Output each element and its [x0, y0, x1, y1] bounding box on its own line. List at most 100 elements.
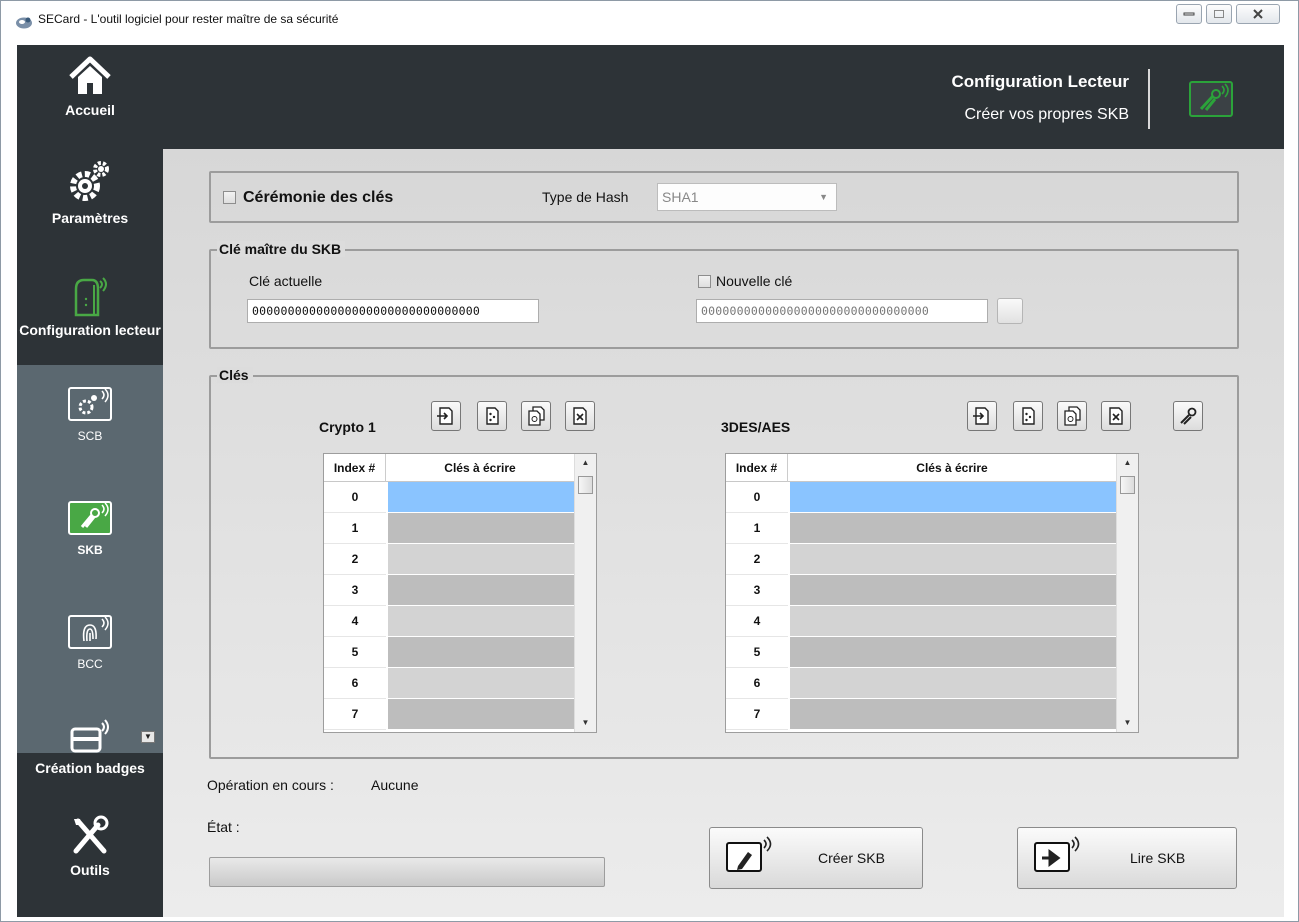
sidebar-item-parametres[interactable]: Paramètres [17, 159, 163, 227]
table-row[interactable]: 5 [324, 637, 574, 668]
hash-type-select[interactable]: SHA1 ▼ [657, 183, 837, 211]
crypto1-copy-button[interactable] [521, 401, 551, 431]
crypto1-import-button[interactable] [431, 401, 461, 431]
table-row[interactable]: 4 [726, 606, 1116, 637]
table-row[interactable]: 7 [726, 699, 1116, 730]
current-key-field[interactable]: 00000000000000000000000000000000 [247, 299, 539, 323]
table-row[interactable]: 3 [324, 575, 574, 606]
table-row[interactable]: 1 [726, 513, 1116, 544]
key-cell[interactable] [388, 513, 574, 544]
crypto1-scrollbar[interactable]: ▲ ▼ [574, 454, 596, 732]
des-scrollbar[interactable]: ▲ ▼ [1116, 454, 1138, 732]
sidebar-item-label: Configuration lecteur [19, 322, 161, 338]
key-cell[interactable] [388, 699, 574, 730]
row-index: 7 [324, 699, 386, 730]
key-cell[interactable] [388, 544, 574, 575]
row-index: 0 [324, 482, 386, 513]
key-cell[interactable] [790, 513, 1116, 544]
table-row[interactable]: 0 [726, 482, 1116, 513]
des-copy-button[interactable] [1057, 401, 1087, 431]
ceremony-checkbox[interactable] [223, 191, 236, 204]
progress-bar [209, 857, 605, 887]
table-row[interactable]: 0 [324, 482, 574, 513]
row-index: 3 [324, 575, 386, 606]
sidebar-item-creation-badges[interactable]: Création badges [17, 717, 163, 777]
scroll-down-icon[interactable]: ▼ [1117, 714, 1138, 732]
read-card-icon [1034, 842, 1070, 872]
page-header: Configuration Lecteur Créer vos propres … [163, 45, 1284, 149]
key-cell[interactable] [790, 606, 1116, 637]
column-header-index: Index # [324, 454, 386, 482]
table-row[interactable]: 2 [324, 544, 574, 575]
table-row[interactable]: 1 [324, 513, 574, 544]
table-row[interactable]: 6 [726, 668, 1116, 699]
sidebar-item-accueil[interactable]: Accueil [17, 53, 163, 119]
des-delete-button[interactable] [1101, 401, 1131, 431]
sidebar-item-configuration-lecteur[interactable]: Configuration lecteur [17, 275, 163, 339]
scroll-down-icon[interactable]: ▼ [575, 714, 596, 732]
des-keys-button[interactable] [1173, 401, 1203, 431]
des-import-button[interactable] [967, 401, 997, 431]
read-skb-label: Lire SKB [1130, 850, 1186, 866]
sidebar-item-outils[interactable]: Outils [17, 815, 163, 879]
row-index: 1 [324, 513, 386, 544]
key-cell[interactable] [790, 637, 1116, 668]
submenu-item-label: BCC [77, 657, 103, 671]
scroll-up-icon[interactable]: ▲ [575, 454, 596, 472]
row-index: 6 [324, 668, 386, 699]
key-cell[interactable] [388, 606, 574, 637]
submenu-item-scb[interactable]: SCB [17, 387, 163, 443]
keys-panel: Clés Crypto 1 Index # Clés à écrire 0123 [209, 367, 1239, 759]
app-window: SECard - L'outil logiciel pour rester ma… [0, 0, 1299, 922]
new-key-field[interactable]: 00000000000000000000000000000000 [696, 299, 988, 323]
row-index: 2 [726, 544, 788, 575]
key-cell[interactable] [388, 575, 574, 606]
table-row[interactable]: 3 [726, 575, 1116, 606]
row-index: 3 [726, 575, 788, 606]
key-cell[interactable] [790, 575, 1116, 606]
sidebar-item-label: Paramètres [51, 210, 129, 226]
des-random-button[interactable] [1013, 401, 1043, 431]
crypto1-random-button[interactable] [477, 401, 507, 431]
submenu-item-bcc[interactable]: BCC [17, 615, 163, 671]
table-row[interactable]: 5 [726, 637, 1116, 668]
ceremony-panel: Cérémonie des clés Type de Hash SHA1 ▼ [209, 171, 1239, 223]
minimize-button[interactable] [1176, 4, 1202, 24]
crypto1-table[interactable]: Index # Clés à écrire 01234567 ▲ ▼ [323, 453, 597, 733]
copy-icon [528, 406, 545, 426]
scroll-thumb[interactable] [578, 476, 593, 494]
submenu-item-skb[interactable]: SKB [17, 501, 163, 557]
table-row[interactable]: 6 [324, 668, 574, 699]
table-row[interactable]: 4 [324, 606, 574, 637]
new-key-generate-button[interactable] [997, 298, 1023, 324]
create-skb-button[interactable]: Créer SKB [709, 827, 923, 889]
gears-icon [70, 161, 109, 201]
close-button[interactable] [1236, 4, 1280, 24]
key-cell[interactable] [790, 668, 1116, 699]
row-index: 4 [726, 606, 788, 637]
des-table[interactable]: Index # Clés à écrire 01234567 ▲ ▼ [725, 453, 1139, 733]
app-logo-icon [16, 17, 32, 29]
card-printer-icon [70, 719, 109, 753]
read-skb-button[interactable]: Lire SKB [1017, 827, 1237, 889]
key-cell[interactable] [790, 699, 1116, 730]
key-cell[interactable] [790, 482, 1116, 513]
key-cell[interactable] [388, 668, 574, 699]
column-header-keys: Clés à écrire [916, 461, 988, 475]
crypto1-delete-button[interactable] [565, 401, 595, 431]
table-row[interactable]: 2 [726, 544, 1116, 575]
key-cell[interactable] [388, 637, 574, 668]
new-key-checkbox[interactable] [698, 275, 711, 288]
wireless-icon [763, 836, 772, 852]
maximize-button[interactable] [1206, 4, 1232, 24]
random-icon [1022, 407, 1035, 425]
window-controls [1176, 4, 1280, 24]
import-icon [973, 407, 989, 425]
scroll-thumb[interactable] [1120, 476, 1135, 494]
key-cell[interactable] [790, 544, 1116, 575]
table-row[interactable]: 7 [324, 699, 574, 730]
scroll-up-icon[interactable]: ▲ [1117, 454, 1138, 472]
key-cell[interactable] [388, 482, 574, 513]
master-key-panel: Clé maître du SKB Clé actuelle 000000000… [209, 241, 1239, 349]
operation-label: Opération en cours : [207, 777, 334, 793]
